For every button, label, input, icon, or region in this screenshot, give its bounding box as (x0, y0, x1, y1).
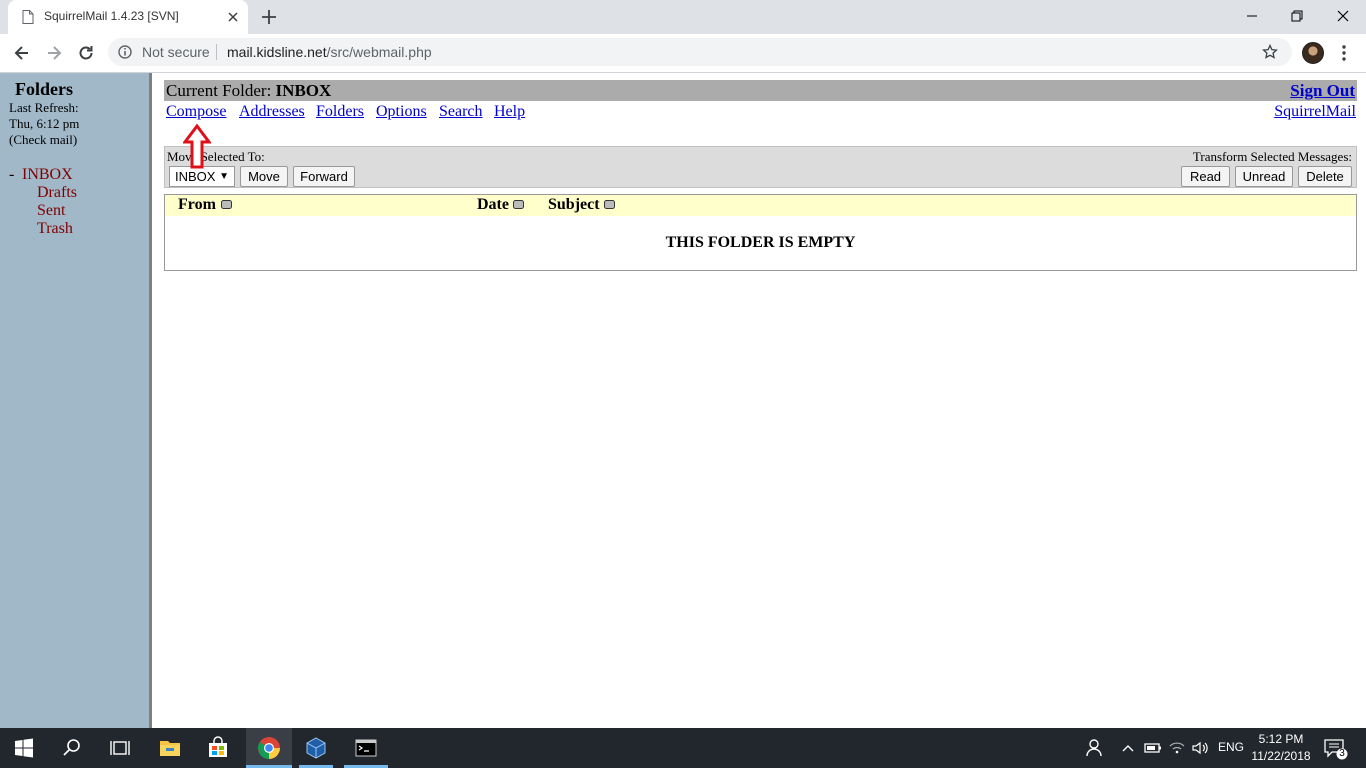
kebab-menu-icon[interactable] (1336, 44, 1352, 62)
language-indicator[interactable]: ENG (1214, 740, 1248, 754)
task-view-icon[interactable] (108, 736, 132, 760)
delete-button[interactable]: Delete (1298, 166, 1352, 187)
people-icon[interactable] (1083, 736, 1103, 760)
check-mail-link[interactable]: Check mail (13, 132, 73, 147)
options-link[interactable]: Options (376, 103, 427, 121)
transform-label: Transform Selected Messages: (1192, 149, 1352, 164)
folder-drafts[interactable]: Drafts (37, 184, 77, 202)
search-icon[interactable] (60, 736, 84, 760)
move-target-value: INBOX (175, 169, 216, 184)
browser-tab[interactable]: SquirrelMail 1.4.23 [SVN] (8, 0, 248, 34)
folder-title-bar: Current Folder: INBOX Sign Out (164, 80, 1357, 101)
sort-icon[interactable] (221, 200, 232, 209)
terminal-icon[interactable] (354, 736, 378, 760)
forward-arrow-icon[interactable] (44, 43, 64, 63)
message-list-header: From Date Subject (165, 195, 1356, 216)
move-button[interactable]: Move (240, 166, 288, 187)
check-mail: (Check mail) (9, 132, 77, 148)
file-explorer-icon[interactable] (158, 736, 182, 760)
folder-sent[interactable]: Sent (37, 202, 65, 220)
taskbar: ENG 5:12 PM 11/22/2018 3 (0, 728, 1366, 768)
folder-trash[interactable]: Trash (37, 220, 73, 238)
close-window-icon (1337, 10, 1349, 22)
message-pane: Current Folder: INBOX Sign Out Compose A… (155, 73, 1366, 728)
minimize-button[interactable] (1240, 4, 1264, 28)
up-arrow-icon (183, 124, 211, 169)
current-folder-label: Current Folder: (166, 81, 276, 100)
last-refresh-time: Thu, 6:12 pm (9, 116, 80, 131)
help-link[interactable]: Help (494, 103, 525, 121)
chevron-up-icon[interactable] (1120, 736, 1136, 760)
sort-icon[interactable] (513, 200, 524, 209)
message-actions-bar: Move Selected To: INBOX ▼ Move Forward Tr… (164, 146, 1357, 188)
empty-folder-message: THIS FOLDER IS EMPTY (665, 234, 856, 251)
addresses-link[interactable]: Addresses (239, 103, 305, 121)
minimize-icon (1247, 15, 1257, 17)
address-divider (216, 44, 217, 60)
current-folder-name: INBOX (275, 81, 332, 100)
compose-link[interactable]: Compose (166, 103, 226, 121)
restore-button[interactable] (1285, 4, 1309, 28)
move-selected-label: Move Selected To: (167, 149, 265, 164)
close-window-button[interactable] (1331, 4, 1355, 28)
column-date[interactable]: Date (477, 196, 509, 214)
sort-icon[interactable] (604, 200, 615, 209)
close-icon[interactable] (226, 10, 240, 24)
url-text[interactable]: mail.kidsline.net/src/webmail.php (227, 44, 432, 60)
plus-icon[interactable] (260, 8, 278, 26)
search-link[interactable]: Search (439, 103, 483, 121)
address-bar[interactable]: Not secure mail.kidsline.net/src/webmail… (108, 38, 1292, 66)
clock-date[interactable]: 11/22/2018 (1246, 749, 1316, 763)
paren-close: ) (72, 132, 78, 147)
column-subject[interactable]: Subject (548, 196, 600, 214)
sign-out-link[interactable]: Sign Out (1290, 81, 1355, 101)
back-arrow-icon[interactable] (12, 43, 32, 63)
forward-button[interactable]: Forward (293, 166, 355, 187)
page-viewport: Folders Last Refresh: Thu, 6:12 pm (Chec… (0, 73, 1366, 728)
star-icon[interactable] (1262, 44, 1278, 60)
windows-start-icon[interactable] (12, 736, 36, 760)
current-folder: Current Folder: INBOX (166, 81, 331, 101)
chrome-icon[interactable] (257, 736, 281, 760)
notification-count: 3 (1339, 748, 1345, 759)
info-icon[interactable] (118, 45, 132, 59)
page-icon (22, 10, 34, 24)
security-label: Not secure (142, 44, 210, 60)
store-icon[interactable] (206, 736, 230, 760)
column-from[interactable]: From (178, 196, 216, 214)
folders-link[interactable]: Folders (316, 103, 364, 121)
dropdown-caret-icon: ▼ (219, 171, 229, 182)
tab-strip: SquirrelMail 1.4.23 [SVN] (0, 0, 1366, 34)
url-host: mail.kidsline.net (227, 44, 327, 60)
message-list: From Date Subject THIS FOLDER IS EMPTY (164, 194, 1357, 271)
restore-icon (1291, 10, 1303, 22)
wifi-icon[interactable] (1167, 736, 1187, 760)
volume-icon[interactable] (1190, 736, 1210, 760)
read-button[interactable]: Read (1181, 166, 1230, 187)
virtualbox-icon[interactable] (304, 736, 328, 760)
url-path: /src/webmail.php (326, 44, 432, 60)
profile-avatar[interactable] (1302, 42, 1324, 64)
squirrelmail-link[interactable]: SquirrelMail (1274, 103, 1356, 121)
clock-time[interactable]: 5:12 PM (1246, 732, 1316, 746)
unread-button[interactable]: Unread (1235, 166, 1293, 187)
folders-heading: Folders (15, 79, 73, 99)
battery-icon[interactable] (1143, 736, 1163, 760)
reload-icon[interactable] (76, 43, 96, 63)
last-refresh-label: Last Refresh: (9, 100, 79, 115)
folder-inbox[interactable]: INBOX (22, 166, 73, 184)
inbox-expander[interactable]: - (9, 166, 14, 184)
browser-toolbar: Not secure mail.kidsline.net/src/webmail… (0, 34, 1366, 73)
tab-title: SquirrelMail 1.4.23 [SVN] (44, 9, 179, 23)
folder-pane: Folders Last Refresh: Thu, 6:12 pm (Chec… (0, 73, 152, 728)
